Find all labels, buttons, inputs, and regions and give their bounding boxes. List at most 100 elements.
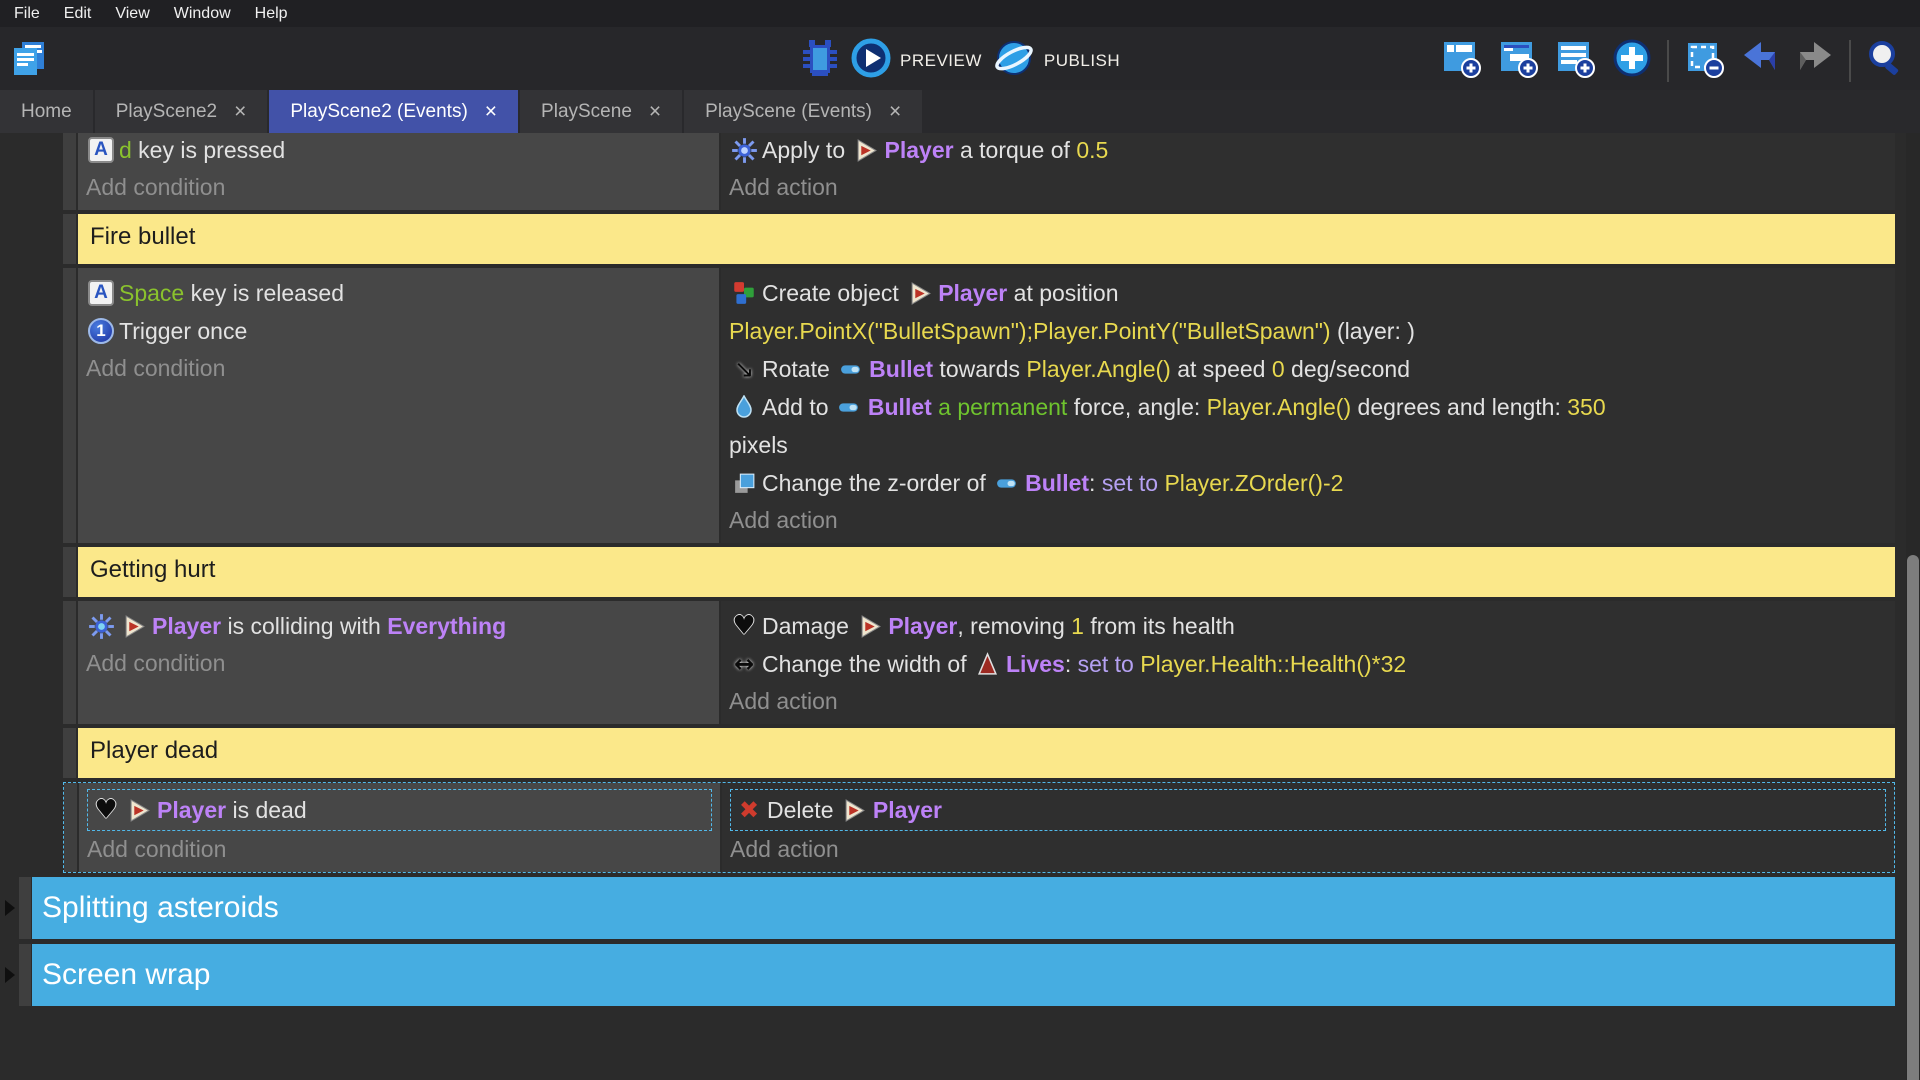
add-action-link[interactable]: Add action bbox=[729, 686, 1887, 716]
comment-text[interactable]: Player dead bbox=[78, 728, 1895, 778]
add-action-link[interactable]: Add action bbox=[729, 505, 1887, 535]
condition-line[interactable]: 1Trigger once bbox=[86, 312, 711, 350]
tab-label: PlayScene (Events) bbox=[705, 101, 872, 123]
add-comment-button[interactable] bbox=[1553, 36, 1597, 85]
action-line[interactable]: Add to Bullet a permanent force, angle: … bbox=[729, 388, 1887, 426]
event-row-selected[interactable]: ♥Player is deadAdd condition✖Delete Play… bbox=[0, 782, 1920, 873]
action-line[interactable]: Apply to Player a torque of 0.5 bbox=[729, 133, 1887, 169]
z-order-icon bbox=[729, 469, 759, 497]
comment-text[interactable]: Getting hurt bbox=[78, 547, 1895, 597]
event-row[interactable]: Player is colliding with EverythingAdd c… bbox=[0, 601, 1920, 724]
scrollbar[interactable] bbox=[1906, 133, 1920, 1080]
event-row[interactable]: ASpace key is released1Trigger onceAdd c… bbox=[0, 268, 1920, 543]
tab-close-icon[interactable]: × bbox=[234, 101, 246, 122]
text-segment: Player bbox=[157, 797, 226, 824]
debug-button[interactable] bbox=[800, 37, 840, 84]
tab-playscene[interactable]: PlayScene× bbox=[520, 90, 682, 133]
collision-icon bbox=[86, 612, 116, 640]
group-title[interactable]: Screen wrap bbox=[32, 944, 1895, 1006]
condition-line[interactable]: Player is colliding with Everything bbox=[86, 607, 711, 645]
menu-item-help[interactable]: Help bbox=[243, 0, 300, 27]
text-segment: degrees and length: bbox=[1351, 394, 1567, 421]
event-gutter[interactable] bbox=[63, 214, 76, 264]
tab-home[interactable]: Home bbox=[0, 90, 93, 133]
add-action-link[interactable]: Add action bbox=[730, 834, 1886, 864]
undo-icon bbox=[1739, 65, 1781, 82]
tab-close-icon[interactable]: × bbox=[889, 101, 901, 122]
text-segment: Player.Health::Health()*32 bbox=[1140, 651, 1406, 678]
condition-line[interactable]: Ad key is pressed bbox=[86, 133, 711, 169]
event-gutter[interactable] bbox=[64, 783, 77, 872]
add-condition-link[interactable]: Add condition bbox=[86, 353, 711, 383]
undo-button[interactable] bbox=[1739, 38, 1781, 83]
group-collapse-button[interactable] bbox=[0, 944, 19, 1006]
action-line[interactable]: ♥Damage Player, removing 1 from its heal… bbox=[729, 607, 1887, 645]
event-gutter[interactable] bbox=[63, 133, 76, 210]
add-condition-link[interactable]: Add condition bbox=[86, 172, 711, 202]
row-left-margin bbox=[0, 601, 63, 724]
remove-event-button[interactable] bbox=[1682, 36, 1726, 85]
add-condition-link[interactable]: Add condition bbox=[86, 648, 711, 678]
event-gutter[interactable] bbox=[63, 601, 76, 724]
row-left-margin bbox=[0, 133, 63, 210]
text-segment: deg/second bbox=[1285, 356, 1410, 383]
health-icon: ♥ bbox=[729, 612, 759, 640]
action-line[interactable]: ↔Change the width of Lives: set to Playe… bbox=[729, 645, 1887, 683]
event-gutter[interactable] bbox=[63, 547, 76, 597]
health-icon: ♥ bbox=[91, 796, 121, 824]
add-action-link[interactable]: Add action bbox=[729, 172, 1887, 202]
add-subevent-button[interactable] bbox=[1496, 36, 1540, 85]
comment-row: Fire bullet bbox=[0, 214, 1920, 264]
comment-row: Getting hurt bbox=[0, 547, 1920, 597]
action-line[interactable]: Create object Player at position bbox=[729, 274, 1887, 312]
rotate-icon: ↘ bbox=[729, 355, 759, 383]
text-segment: 350 bbox=[1567, 394, 1605, 421]
menu-item-edit[interactable]: Edit bbox=[52, 0, 104, 27]
tab-close-icon[interactable]: × bbox=[649, 101, 661, 122]
project-manager-button[interactable] bbox=[8, 66, 50, 83]
event-gutter[interactable] bbox=[63, 268, 76, 543]
publish-label: PUBLISH bbox=[1044, 51, 1120, 71]
action-line[interactable]: Player.PointX("BulletSpawn");Player.Poin… bbox=[729, 312, 1887, 350]
tab-playscene2[interactable]: PlayScene2× bbox=[95, 90, 268, 133]
add-event-button[interactable] bbox=[1439, 36, 1483, 85]
event-gutter[interactable] bbox=[19, 877, 31, 939]
menu-item-window[interactable]: Window bbox=[162, 0, 243, 27]
tab-playscene-events[interactable]: PlayScene (Events) × bbox=[684, 90, 922, 133]
text-segment: (layer: ) bbox=[1331, 318, 1415, 345]
add-choose-event-button[interactable] bbox=[1610, 36, 1654, 85]
action-line[interactable]: ✖Delete Player bbox=[734, 791, 1882, 829]
delete-icon: ✖ bbox=[734, 796, 764, 824]
text-segment: 1 bbox=[1071, 613, 1084, 640]
condition-line[interactable]: ♥Player is dead bbox=[91, 791, 708, 829]
action-line[interactable]: ↘Rotate Bullet towards Player.Angle() at… bbox=[729, 350, 1887, 388]
search-button[interactable] bbox=[1864, 37, 1906, 84]
menu-item-view[interactable]: View bbox=[103, 0, 161, 27]
text-segment: Space bbox=[119, 280, 184, 307]
menu-item-file[interactable]: File bbox=[2, 0, 52, 27]
condition-line[interactable]: ASpace key is released bbox=[86, 274, 711, 312]
text-segment: Delete bbox=[767, 797, 840, 824]
group-collapse-button[interactable] bbox=[0, 877, 19, 939]
row-left-margin bbox=[0, 268, 63, 543]
tab-playscene2-events[interactable]: PlayScene2 (Events)× bbox=[269, 90, 518, 133]
comment-text[interactable]: Fire bullet bbox=[78, 214, 1895, 264]
event-gutter[interactable] bbox=[19, 944, 31, 1006]
text-segment: Bullet bbox=[1025, 470, 1089, 497]
toolbar-separator bbox=[1667, 40, 1669, 82]
scrollbar-thumb[interactable] bbox=[1907, 555, 1919, 1080]
add-condition-link[interactable]: Add condition bbox=[87, 834, 712, 864]
action-line[interactable]: pixels bbox=[729, 426, 1887, 464]
event-row[interactable]: Ad key is pressedAdd condition Apply to P… bbox=[0, 133, 1920, 210]
preview-button[interactable]: PREVIEW bbox=[850, 37, 982, 84]
conditions-cell: ASpace key is released1Trigger onceAdd c… bbox=[78, 268, 719, 543]
text-segment: Lives bbox=[1006, 651, 1065, 678]
group-title[interactable]: Splitting asteroids bbox=[32, 877, 1895, 939]
redo-button[interactable] bbox=[1794, 38, 1836, 83]
publish-button[interactable]: PUBLISH bbox=[992, 36, 1120, 85]
event-gutter[interactable] bbox=[63, 728, 76, 778]
trigger-once-icon: 1 bbox=[86, 317, 116, 345]
action-line[interactable]: Change the z-order of Bullet: set to Pla… bbox=[729, 464, 1887, 502]
tab-close-icon[interactable]: × bbox=[485, 101, 497, 122]
text-segment: Apply to bbox=[762, 137, 852, 164]
